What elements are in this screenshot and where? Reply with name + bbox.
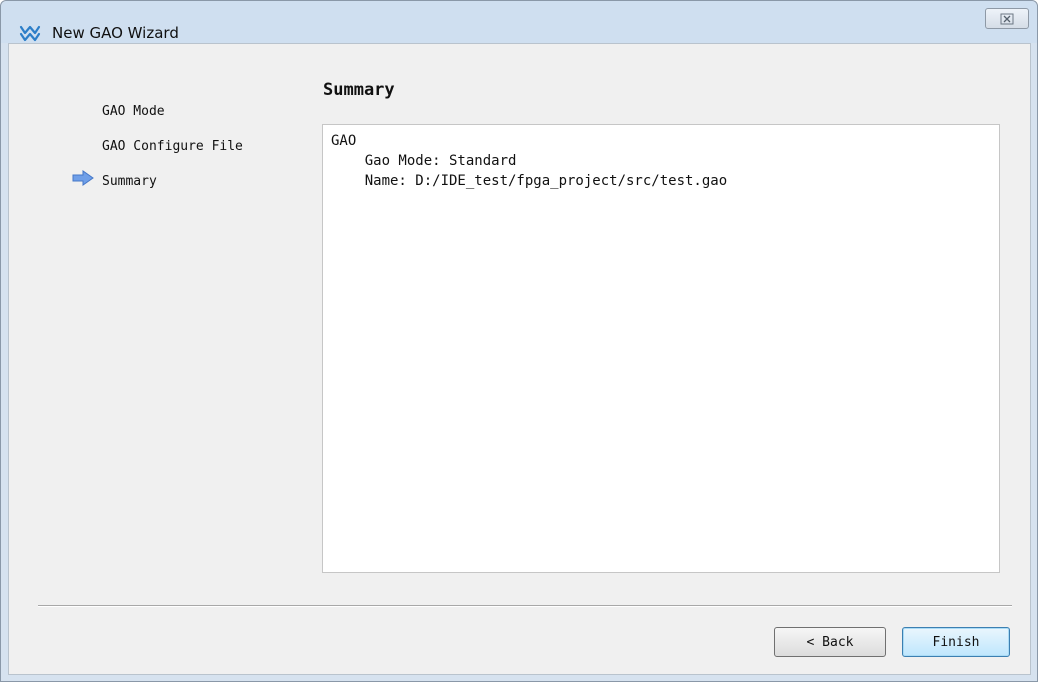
title-bar: New GAO Wizard	[1, 1, 1037, 43]
back-button[interactable]: < Back	[774, 627, 886, 657]
wizard-steps: GAO Mode GAO Configure File Summary	[9, 44, 309, 244]
step-gao-mode: GAO Mode	[102, 104, 165, 119]
summary-line: Gao Mode: Standard	[331, 153, 517, 169]
arrow-right-icon	[72, 170, 94, 186]
close-icon	[1000, 13, 1014, 24]
step-gao-configure-file: GAO Configure File	[102, 139, 243, 154]
step-summary: Summary	[102, 174, 157, 189]
wizard-window: New GAO Wizard GAO Mode GAO Configure Fi…	[0, 0, 1038, 682]
summary-text-area[interactable]: GAO Gao Mode: Standard Name: D:/IDE_test…	[322, 124, 1000, 573]
close-button[interactable]	[985, 8, 1029, 29]
finish-button[interactable]: Finish	[902, 627, 1010, 657]
gowin-logo-icon	[19, 25, 41, 42]
window-title: New GAO Wizard	[52, 24, 179, 42]
summary-line: GAO	[331, 133, 357, 149]
page-title: Summary	[323, 80, 395, 100]
divider	[38, 605, 1012, 607]
wizard-body: GAO Mode GAO Configure File Summary Summ…	[8, 43, 1031, 675]
summary-line: Name: D:/IDE_test/fpga_project/src/test.…	[331, 173, 728, 189]
